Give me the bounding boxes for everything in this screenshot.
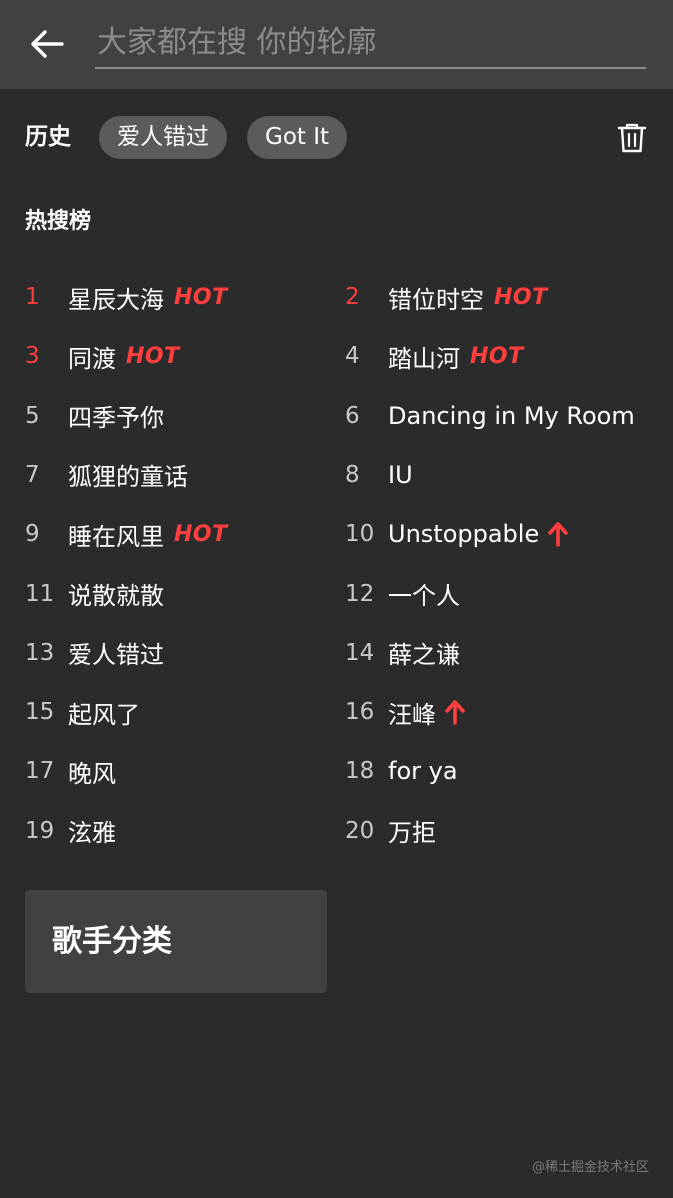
hot-search-item[interactable]: 19 泫雅	[25, 801, 116, 861]
history-title: 历史	[25, 124, 71, 150]
hot-search-item[interactable]: 12 一个人	[345, 564, 460, 624]
trash-icon	[617, 123, 647, 153]
hot-search-rank: 8	[345, 461, 360, 488]
hot-search-title: 爱人错过	[68, 641, 164, 670]
hot-search-item[interactable]: 18 for ya	[345, 741, 458, 801]
hot-search-title: 同渡	[68, 344, 116, 373]
hot-search-rank: 7	[25, 461, 40, 488]
hot-search-rank: 4	[345, 343, 360, 370]
hot-search-rank: 11	[25, 580, 55, 607]
search-field	[95, 18, 646, 69]
hot-search-title: 四季予你	[68, 404, 164, 433]
hot-search-title: 汪峰	[388, 700, 436, 729]
hot-search-rank: 10	[345, 521, 375, 548]
hot-search-item[interactable]: 4 踏山河 HOT	[345, 326, 524, 386]
hot-search-title: 晚风	[68, 759, 116, 788]
hot-search-title: 星辰大海	[68, 285, 164, 314]
hot-search-title: 热搜榜	[25, 209, 92, 234]
search-input[interactable]	[95, 18, 646, 67]
history-chip[interactable]: 爱人错过	[99, 116, 227, 159]
hot-search-title: Dancing in My Room	[388, 401, 635, 430]
watermark: @稀土掘金技术社区	[531, 1160, 649, 1175]
hot-badge: HOT	[126, 343, 180, 369]
hot-search-rank: 2	[345, 284, 360, 310]
hot-search-item[interactable]: 6 Dancing in My Room	[345, 386, 635, 446]
search-history: 历史 爱人错过 Got It	[25, 116, 647, 160]
hot-search-rank: 13	[25, 639, 55, 666]
hot-search-title: IU	[388, 460, 413, 489]
hot-search-rank: 20	[345, 817, 375, 844]
hot-search-rank: 3	[25, 343, 40, 370]
hot-search-rank: 5	[25, 402, 40, 429]
singer-category-label: 歌手分类	[52, 924, 172, 959]
hot-search-rank: 18	[345, 758, 375, 785]
hot-search-item[interactable]: 8 IU	[345, 445, 413, 505]
hot-badge: HOT	[174, 521, 228, 547]
hot-search-rank: 17	[25, 758, 55, 785]
hot-search-title: 起风了	[68, 700, 140, 729]
clear-history-button[interactable]	[617, 122, 647, 154]
hot-search-item[interactable]: 7 狐狸的童话	[25, 445, 188, 505]
hot-search-title: 一个人	[388, 582, 460, 610]
history-chip[interactable]: Got It	[247, 116, 348, 159]
hot-badge: HOT	[494, 284, 548, 310]
hot-search-rank: 14	[345, 639, 375, 666]
hot-search-title: 狐狸的童话	[68, 463, 188, 492]
hot-search-item[interactable]: 16 汪峰	[345, 682, 466, 742]
hot-search-item[interactable]: 10 Unstoppable	[345, 504, 569, 564]
hot-search-rank: 19	[25, 817, 55, 844]
hot-search-item[interactable]: 2 错位时空 HOT	[345, 267, 548, 327]
hot-search-item[interactable]: 1 星辰大海 HOT	[25, 267, 228, 327]
hot-search-item[interactable]: 5 四季予你	[25, 386, 164, 446]
arrow-up-icon	[547, 521, 569, 547]
hot-search-rank: 15	[25, 699, 55, 726]
hot-search-rank: 1	[25, 284, 40, 310]
hot-badge: HOT	[470, 343, 524, 369]
hot-search-title: 错位时空	[388, 285, 484, 314]
hot-search-item[interactable]: 9 睡在风里 HOT	[25, 504, 228, 564]
hot-search-item[interactable]: 13 爱人错过	[25, 623, 164, 683]
hot-search-item[interactable]: 17 晚风	[25, 741, 116, 801]
back-button[interactable]	[26, 24, 68, 64]
hot-search-item[interactable]: 11 说散就散	[25, 564, 164, 624]
hot-search-rank: 16	[345, 699, 375, 726]
hot-badge: HOT	[174, 284, 228, 310]
hot-search-title: for ya	[388, 757, 458, 786]
search-header	[0, 0, 673, 89]
hot-search-title: 睡在风里	[68, 522, 164, 551]
hot-search-title: 踏山河	[388, 344, 460, 373]
hot-search-item[interactable]: 20 万拒	[345, 801, 436, 861]
hot-search-title: 万拒	[388, 819, 436, 848]
hot-search-item[interactable]: 3 同渡 HOT	[25, 326, 180, 386]
hot-search-title: 泫雅	[68, 819, 116, 848]
hot-search-item[interactable]: 14 薛之谦	[345, 623, 460, 683]
hot-search-title: Unstoppable	[388, 520, 540, 549]
singer-category-card[interactable]: 歌手分类	[25, 890, 327, 993]
hot-search-item[interactable]: 15 起风了	[25, 682, 140, 742]
arrow-up-icon	[444, 699, 466, 725]
hot-search-title: 薛之谦	[388, 641, 460, 670]
hot-search-title: 说散就散	[68, 582, 164, 610]
hot-search-rank: 12	[345, 580, 375, 607]
hot-search-rank: 6	[345, 402, 360, 429]
hot-search-rank: 9	[25, 521, 40, 548]
arrow-left-icon	[31, 30, 64, 58]
